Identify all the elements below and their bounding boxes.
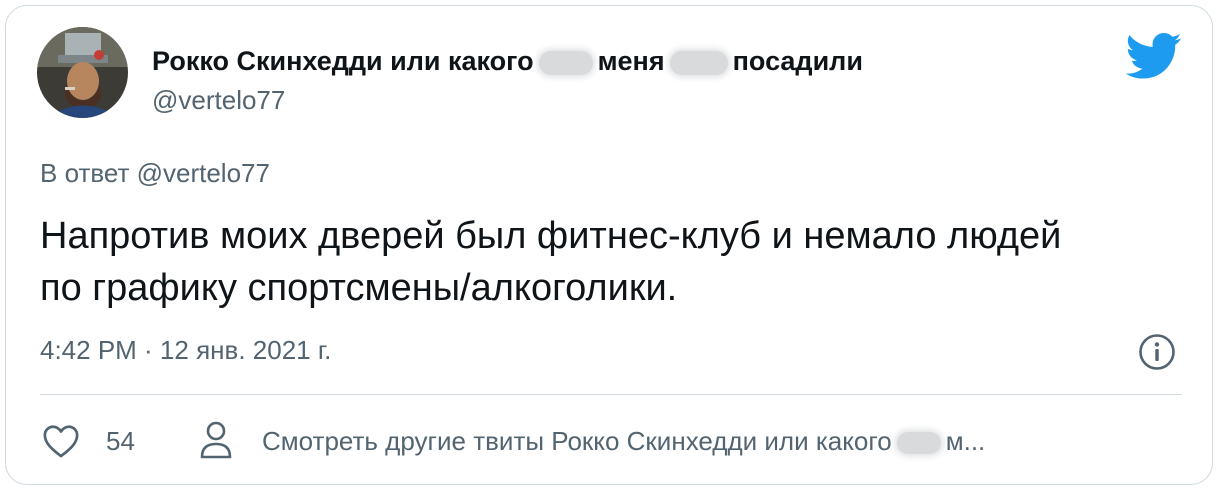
like-count: 54: [106, 426, 135, 456]
heart-icon[interactable]: [42, 423, 80, 459]
more-tweets-suffix: м...: [945, 426, 986, 456]
person-icon[interactable]: [199, 420, 233, 460]
more-tweets-label: Смотреть другие твиты Рокко Скинхедди ил…: [262, 426, 892, 456]
user-handle[interactable]: @vertelo77: [152, 84, 285, 116]
info-icon[interactable]: [1138, 333, 1176, 371]
avatar[interactable]: [37, 27, 128, 118]
display-name[interactable]: Рокко Скинхедди или какого меня посадили: [152, 45, 863, 77]
twitter-bird-icon[interactable]: [1125, 33, 1183, 79]
display-name-part-2: меня: [597, 46, 665, 76]
reply-to-label[interactable]: В ответ @vertelo77: [40, 157, 270, 189]
divider: [40, 394, 1182, 395]
display-name-part-3: посадили: [732, 46, 863, 76]
censored-word: [896, 432, 941, 455]
tweet-text-line: Напротив моих дверей был фитнес-клуб и н…: [40, 215, 1062, 257]
display-name-part-1: Рокко Скинхедди или какого: [152, 46, 534, 76]
more-tweets-link[interactable]: Смотреть другие твиты Рокко Скинхедди ил…: [262, 425, 985, 457]
tweet-text-line: по графику спортсмены/алкоголики.: [40, 267, 678, 309]
timestamp[interactable]: 4:42 PM · 12 янв. 2021 г.: [40, 334, 331, 366]
tweet-text: Напротив моих дверей был фитнес-клуб и н…: [40, 210, 1180, 314]
censored-word: [538, 50, 593, 75]
censored-word: [669, 50, 728, 75]
